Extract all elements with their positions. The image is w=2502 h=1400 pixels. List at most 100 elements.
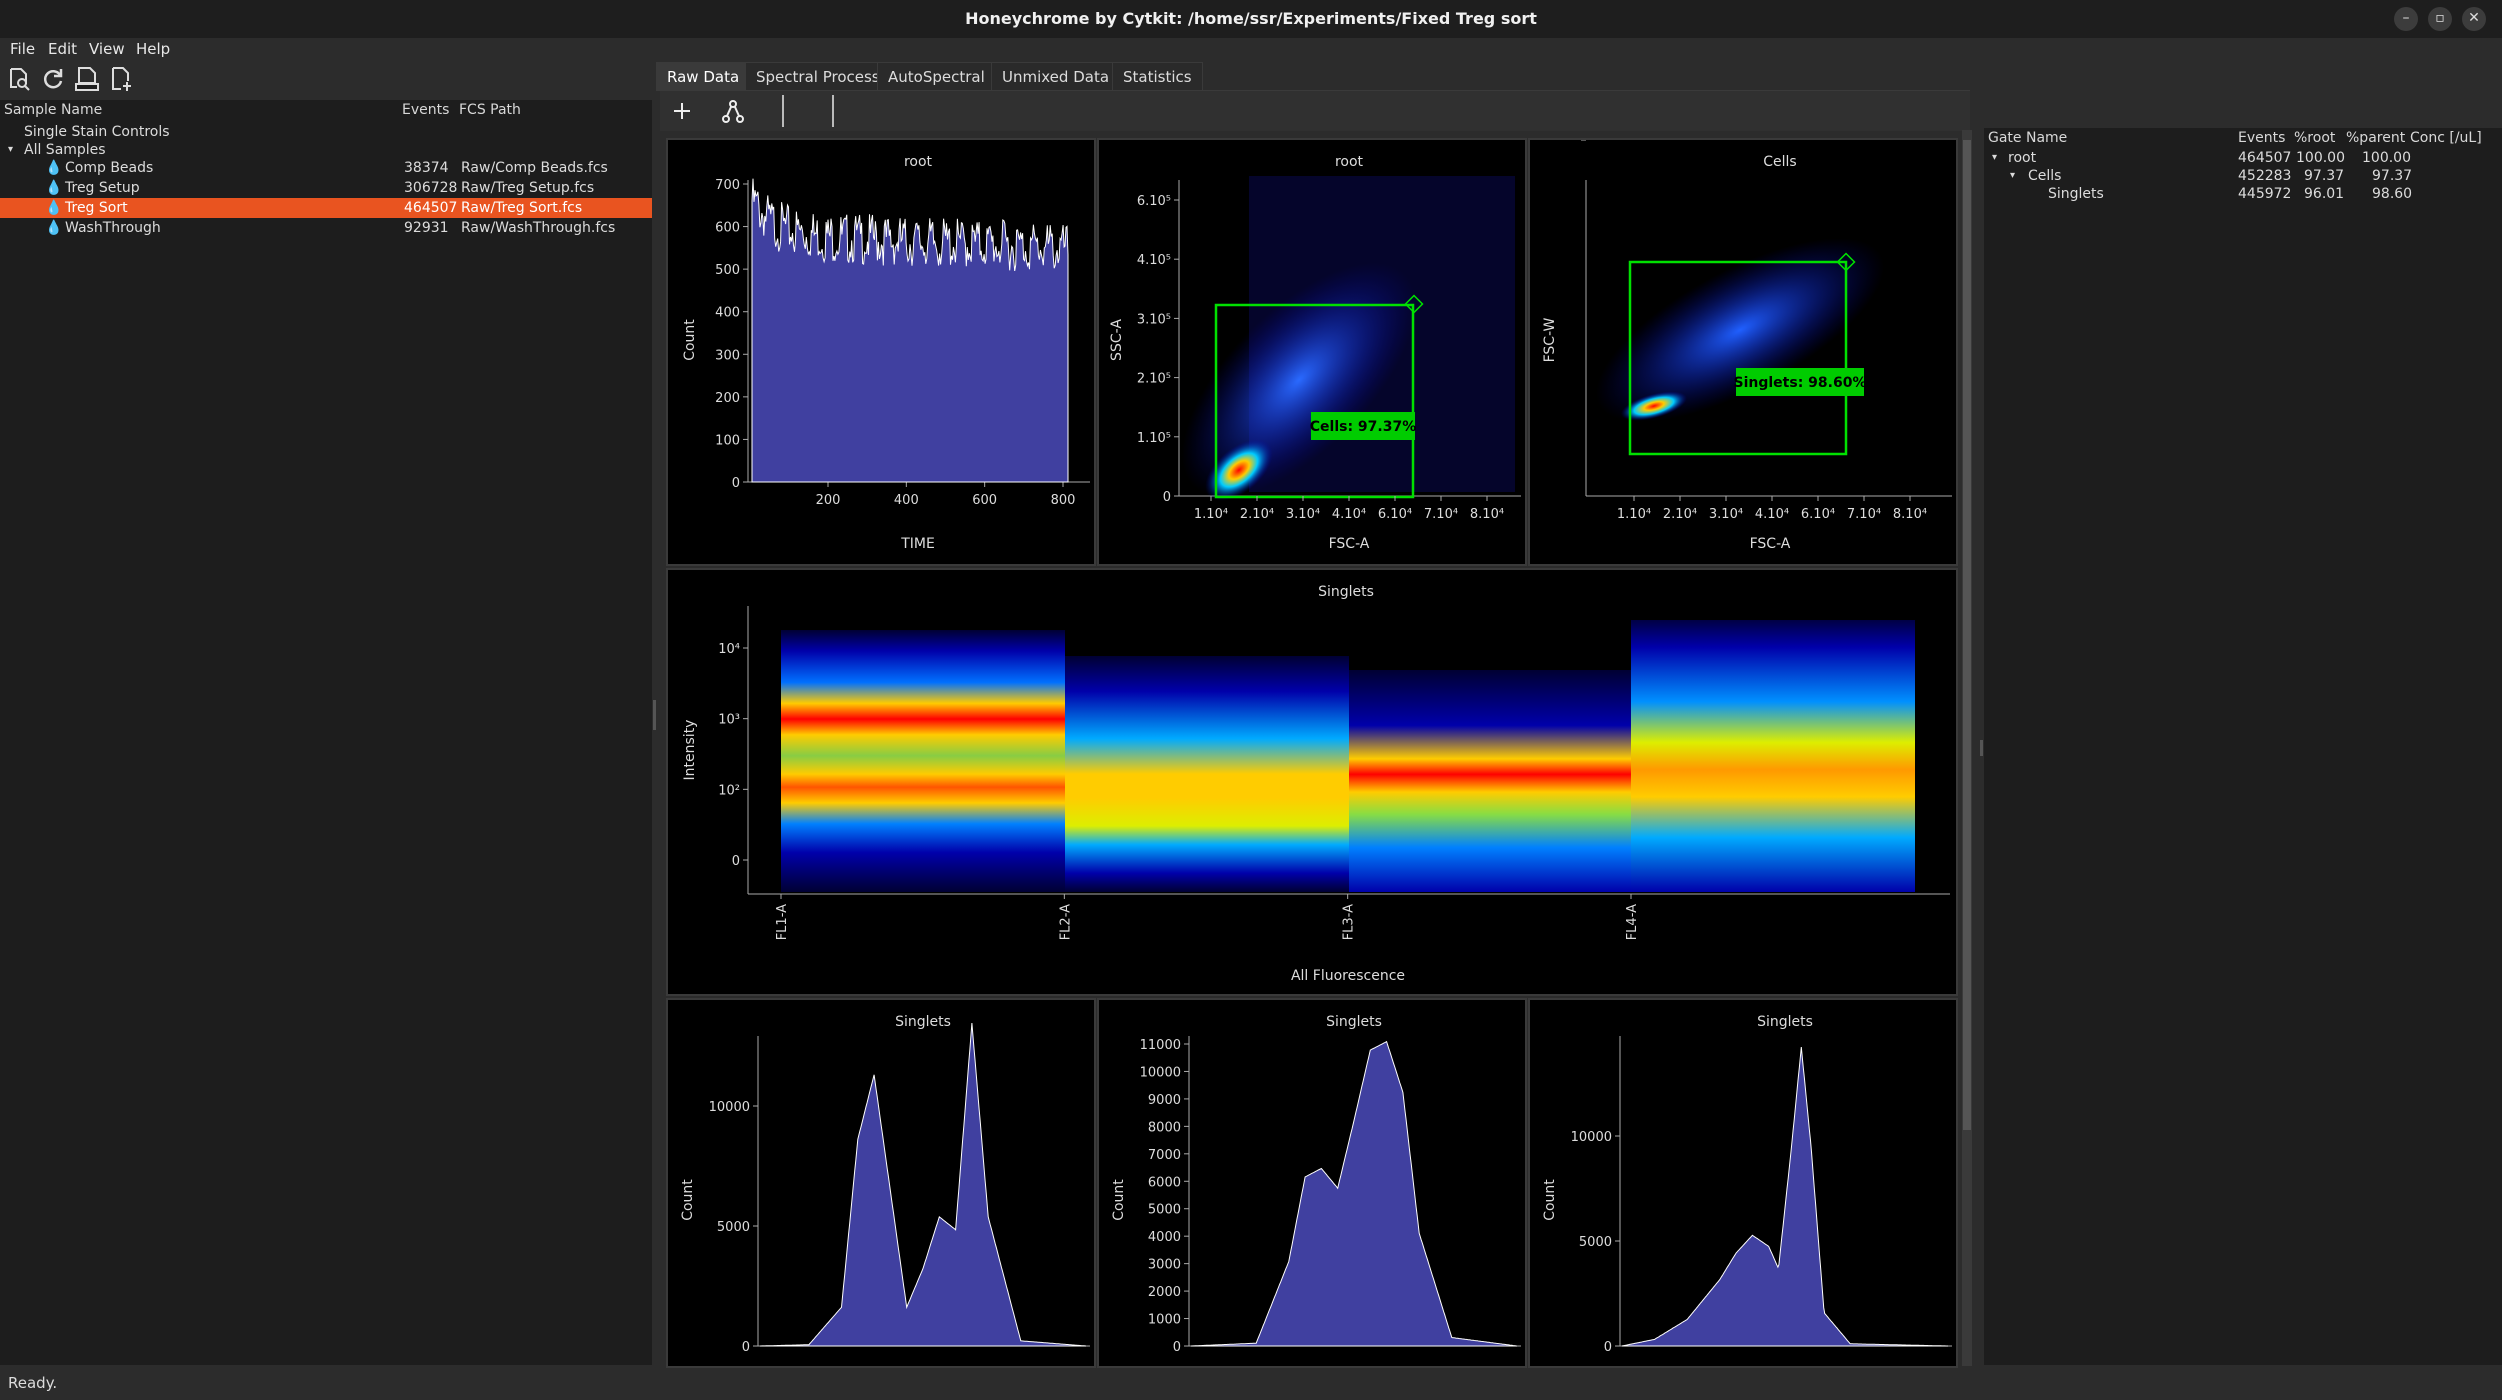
y-tick-label: 0 [732, 854, 740, 869]
sample-row[interactable]: 💧 WashThrough 92931 Raw/WashThrough.fcs [0, 218, 652, 238]
sample-name: All Samples [24, 142, 106, 158]
header-sample-name[interactable]: Sample Name [4, 100, 102, 120]
y-tick-label: 10⁴ [718, 642, 740, 657]
x-tick-label: 400 [894, 493, 919, 508]
y-tick-label: 4.10⁵ [1137, 253, 1171, 268]
tree-item-single-stain-controls[interactable]: Single Stain Controls [0, 122, 652, 142]
x-tick-label: 1.10⁴ [1617, 507, 1651, 522]
tab-raw-data[interactable]: Raw Data [656, 62, 751, 91]
gate-row-singlets[interactable]: Singlets 445972 96.01 98.60 [1984, 184, 2502, 204]
add-plot-icon[interactable] [670, 99, 694, 123]
sample-row-selected[interactable]: 💧 Treg Sort 464507 Raw/Treg Sort.fcs [0, 198, 652, 218]
sample-tree: Sample Name Events FCS Path Single Stain… [0, 100, 652, 1365]
header-gate-name[interactable]: Gate Name [1988, 128, 2067, 148]
menu-view[interactable]: View [89, 40, 125, 58]
x-axis-label: FSC-A [1750, 536, 1791, 552]
refresh-icon[interactable] [40, 66, 66, 92]
menu-help[interactable]: Help [136, 40, 170, 58]
plot-singlets-histogram-3[interactable]: Singlets 10000 5000 0 Count [1528, 998, 1958, 1368]
y-tick-label: 11000 [1140, 1038, 1181, 1053]
tab-autospectral[interactable]: AutoSpectral [877, 62, 996, 91]
y-tick-label: 0 [742, 1340, 750, 1355]
menu-edit[interactable]: Edit [48, 40, 77, 58]
splitter-handle[interactable] [1980, 740, 1983, 756]
expand-arrow-icon[interactable]: ▾ [2010, 166, 2015, 186]
plot-title: Cells [1763, 154, 1796, 170]
x-axis: 1.10⁴ 2.10⁴ 3.10⁴ 4.10⁴ 6.10⁴ 7.10⁴ 8.10⁴ [1617, 496, 1927, 522]
tab-spectral-process[interactable]: Spectral Process [745, 62, 891, 91]
x-axis-label: FSC-A [1329, 536, 1370, 552]
y-tick-label: 6000 [1148, 1175, 1181, 1190]
x-tick-label: FL2-A [1058, 904, 1073, 940]
heatmap-column-fl3 [1349, 670, 1631, 892]
x-tick-label: FL1-A [775, 904, 790, 940]
title-bar: Honeychrome by Cytkit: /home/ssr/Experim… [0, 0, 2502, 38]
gate-row-cells[interactable]: ▾ Cells 452283 97.37 97.37 [1984, 166, 2502, 186]
header-root-percent[interactable]: %root [2294, 128, 2335, 148]
new-sample-icon[interactable] [108, 66, 134, 92]
splitter-handle[interactable] [653, 700, 656, 730]
y-tick-label: 4000 [1148, 1230, 1181, 1245]
gate-row-root[interactable]: ▾ root 464507 100.00 100.00 [1984, 148, 2502, 168]
drop-icon: 💧 [45, 180, 63, 196]
plot-time-histogram[interactable]: root 700 600 500 400 300 200 100 0 200 400 600 800… [666, 138, 1096, 566]
y-tick-label: 9000 [1148, 1093, 1181, 1108]
plot-fsc-fscw[interactable]: Cells Singlets: 98.60% 0 1.10⁴ 2.10⁴ 3.10⁴… [1528, 138, 1958, 566]
header-concentration[interactable]: Conc [/uL] [2410, 128, 2482, 148]
gate-hierarchy-icon[interactable] [720, 99, 746, 125]
plot-title: Singlets [1318, 584, 1374, 600]
tab-statistics[interactable]: Statistics [1112, 62, 1203, 91]
tree-item-all-samples[interactable]: ▾ All Samples [0, 140, 652, 160]
menu-bar: File Edit View Help [0, 38, 650, 62]
expand-arrow-icon[interactable]: ▾ [1992, 148, 1997, 168]
sample-name: Treg Setup [65, 180, 140, 196]
plot-singlets-histogram-2[interactable]: Singlets 11000 10000 9000 8000 7000 6000 5000 4… [1097, 998, 1527, 1368]
y-axis: 700 600 500 400 300 200 100 0 [715, 178, 748, 491]
x-tick-label: 6.10⁴ [1801, 507, 1835, 522]
scrollbar-thumb[interactable] [1963, 140, 1971, 1130]
plot-scrollbar[interactable] [1962, 130, 1972, 1366]
plot-singlets-histogram-1[interactable]: Singlets 10000 5000 0 Count [666, 998, 1096, 1368]
plot-title: root [1335, 154, 1364, 170]
header-fcs-path[interactable]: FCS Path [459, 100, 521, 120]
sample-name: Single Stain Controls [24, 124, 170, 140]
sample-events: 464507 [404, 200, 458, 216]
plot-fsc-ssc[interactable]: root Cells: 97.37% 6.10⁵ 4.10⁵ 3.10⁵ 2.10⁵ 1… [1097, 138, 1527, 566]
minimize-button[interactable]: – [2394, 7, 2418, 31]
x-tick-label: 1.10⁴ [1194, 507, 1228, 522]
x-tick-label: 3.10⁴ [1286, 507, 1320, 522]
y-tick-label: 400 [715, 306, 740, 321]
y-tick-label: 0 [1604, 1340, 1612, 1355]
drop-icon: 💧 [45, 200, 63, 216]
header-parent-percent[interactable]: %parent [2346, 128, 2405, 148]
sample-row[interactable]: 💧 Treg Setup 306728 Raw/Treg Setup.fcs [0, 178, 652, 198]
x-axis-label: All Fluorescence [1291, 968, 1405, 984]
open-experiment-icon[interactable] [6, 66, 32, 92]
x-tick-label: 200 [816, 493, 841, 508]
heatmap-column-fl1 [781, 630, 1065, 892]
close-button[interactable]: ✕ [2462, 7, 2486, 31]
header-events[interactable]: Events [2238, 128, 2285, 148]
x-tick-label: FL4-A [1625, 904, 1640, 940]
y-tick-label: 5000 [1148, 1203, 1181, 1218]
y-axis-label: Intensity [682, 720, 698, 781]
gate-events: 464507 [2238, 150, 2292, 166]
expand-arrow-icon[interactable]: ▾ [8, 140, 13, 160]
y-tick-label: 3.10⁵ [1137, 312, 1171, 327]
y-tick-label: 1000 [1148, 1313, 1181, 1328]
y-axis-label: Count [1111, 1179, 1127, 1221]
export-docx-icon[interactable] [74, 66, 100, 92]
sample-row[interactable]: 💧 Comp Beads 38374 Raw/Comp Beads.fcs [0, 158, 652, 178]
menu-file[interactable]: File [10, 40, 35, 58]
maximize-button[interactable]: ▫ [2428, 7, 2452, 31]
header-events[interactable]: Events [402, 100, 449, 120]
gate-root-percent: 100.00 [2296, 150, 2345, 166]
plot-all-fluorescence[interactable]: Singlets 10⁴ 10³ 10² 0 FL1-A FL2-A FL3-A FL4-A… [666, 568, 1958, 996]
y-tick-label: 1.10⁵ [1137, 431, 1171, 446]
gate-parent-percent: 97.37 [2372, 168, 2413, 184]
gate-events: 452283 [2238, 168, 2292, 184]
status-text: Ready. [8, 1374, 58, 1392]
y-axis-label: Count [682, 319, 698, 361]
tab-unmixed-data[interactable]: Unmixed Data [991, 62, 1121, 91]
y-axis-label: Count [1542, 1179, 1558, 1221]
